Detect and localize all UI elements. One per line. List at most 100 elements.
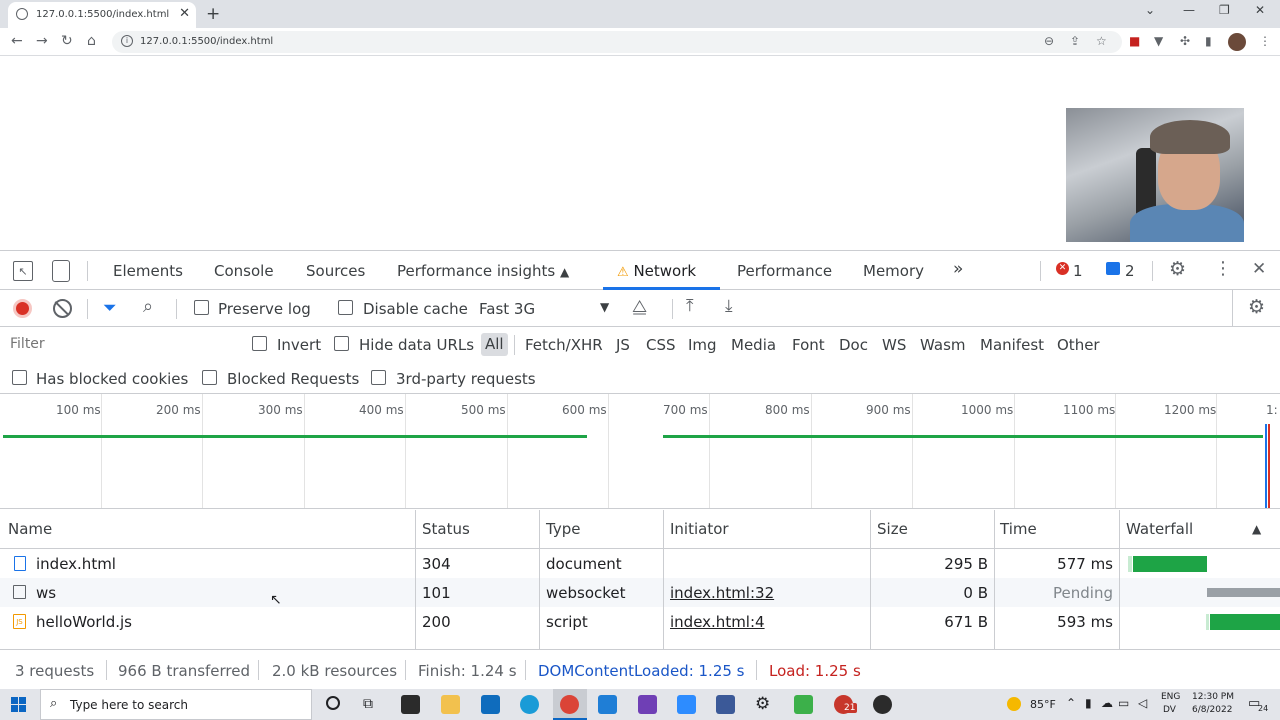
third-party-checkbox[interactable] — [371, 370, 386, 385]
notepad-icon[interactable] — [794, 695, 813, 714]
weather-sun-icon[interactable] — [1007, 697, 1021, 711]
filter-type-wasm[interactable]: Wasm — [920, 336, 966, 354]
tab-sources[interactable]: Sources — [306, 262, 365, 280]
request-name[interactable]: index.html — [36, 555, 116, 573]
maximize-button[interactable]: ❐ — [1219, 3, 1230, 17]
settings-gear-icon[interactable]: ⚙ — [755, 694, 770, 714]
table-row[interactable]: ws 101 websocket index.html:32 0 B Pendi… — [0, 578, 1280, 607]
language-top[interactable]: ENG — [1161, 692, 1180, 702]
inspect-element-icon[interactable]: ↖ — [13, 261, 33, 281]
new-tab-button[interactable]: + — [206, 4, 220, 24]
app-icon[interactable] — [716, 695, 735, 714]
chevron-down-icon[interactable]: ▼ — [600, 300, 609, 314]
address-bar[interactable]: i 127.0.0.1:5500/index.html ⊖ ⇪ ☆ — [112, 31, 1122, 53]
filter-type-css[interactable]: CSS — [646, 336, 676, 354]
import-har-icon[interactable]: ⤒ — [686, 296, 694, 316]
column-time[interactable]: Time — [1000, 520, 1037, 538]
tab-network[interactable]: ⚠ Network — [617, 262, 696, 280]
tab-performance-insights[interactable]: Performance insights ▲ — [397, 262, 569, 280]
outlook-icon[interactable] — [481, 695, 500, 714]
minimize-button[interactable]: — — [1183, 3, 1195, 17]
record-button[interactable] — [13, 299, 32, 318]
vscode-icon[interactable] — [598, 695, 617, 714]
tab-memory[interactable]: Memory — [863, 262, 924, 280]
task-view-icon[interactable]: ⧉ — [363, 696, 373, 712]
volume-icon[interactable]: ◁ — [1138, 696, 1147, 710]
back-icon[interactable]: ← — [11, 33, 23, 49]
table-row[interactable]: JS helloWorld.js 200 script index.html:4… — [0, 607, 1280, 636]
error-count[interactable]: 1 — [1073, 262, 1083, 280]
search-icon[interactable]: ⌕ — [143, 296, 153, 317]
devtools-menu-icon[interactable]: ⋮ — [1214, 258, 1232, 279]
edge-icon[interactable] — [520, 695, 539, 714]
network-conditions-icon[interactable]: ⧋ — [632, 297, 647, 317]
message-count[interactable]: 2 — [1125, 262, 1135, 280]
weather-temp[interactable]: 85°F — [1030, 698, 1056, 711]
filter-type-other[interactable]: Other — [1057, 336, 1100, 354]
request-name[interactable]: ws — [36, 584, 56, 602]
tab-console[interactable]: Console — [214, 262, 274, 280]
column-name[interactable]: Name — [8, 520, 52, 538]
site-info-icon[interactable]: i — [121, 35, 133, 47]
filter-type-font[interactable]: Font — [792, 336, 825, 354]
column-status[interactable]: Status — [422, 520, 470, 538]
home-icon[interactable]: ⌂ — [87, 33, 96, 49]
filter-type-img[interactable]: Img — [688, 336, 717, 354]
close-tab-icon[interactable]: ✕ — [179, 6, 190, 21]
share-icon[interactable]: ⇪ — [1070, 34, 1080, 48]
has-blocked-cookies-checkbox[interactable] — [12, 370, 27, 385]
extension-lock-icon[interactable]: ■ — [1129, 34, 1140, 48]
close-devtools-icon[interactable]: ✕ — [1252, 259, 1266, 279]
filter-type-media[interactable]: Media — [731, 336, 776, 354]
extensions-puzzle-icon[interactable]: ✣ — [1180, 34, 1190, 48]
blocked-requests-checkbox[interactable] — [202, 370, 217, 385]
close-window-button[interactable]: ✕ — [1255, 3, 1265, 17]
column-waterfall[interactable]: Waterfall — [1126, 520, 1193, 538]
reload-icon[interactable]: ↻ — [61, 33, 73, 49]
error-icon[interactable]: ✕ — [1056, 262, 1069, 275]
preserve-log-checkbox[interactable] — [194, 300, 209, 315]
windows-start-icon[interactable] — [11, 697, 27, 713]
browser-tab[interactable]: 127.0.0.1:5500/index.html ✕ — [8, 2, 196, 28]
tab-search-icon[interactable]: ⌄ — [1145, 3, 1155, 17]
message-icon[interactable] — [1106, 262, 1120, 275]
microphone-icon[interactable]: ▮ — [1085, 696, 1092, 710]
terminal-app-icon[interactable] — [401, 695, 420, 714]
network-settings-gear-icon[interactable]: ⚙ — [1248, 296, 1265, 318]
column-initiator[interactable]: Initiator — [670, 520, 729, 538]
tab-elements[interactable]: Elements — [113, 262, 183, 280]
request-initiator-link[interactable]: index.html:4 — [670, 613, 765, 631]
cortana-icon[interactable] — [326, 696, 340, 710]
clock-date[interactable]: 6/8/2022 — [1192, 705, 1232, 715]
bookmark-star-icon[interactable]: ☆ — [1096, 34, 1107, 48]
disable-cache-checkbox[interactable] — [338, 300, 353, 315]
filter-type-js[interactable]: JS — [616, 336, 630, 354]
tab-performance[interactable]: Performance — [737, 262, 832, 280]
file-explorer-icon[interactable] — [441, 695, 460, 714]
request-initiator-link[interactable]: index.html:32 — [670, 584, 774, 602]
chrome-icon[interactable] — [560, 695, 579, 714]
zoom-icon[interactable]: ⊖ — [1044, 34, 1054, 48]
filter-icon[interactable]: ⏷ — [103, 298, 117, 318]
onedrive-icon[interactable]: ☁ — [1101, 696, 1113, 710]
column-type[interactable]: Type — [546, 520, 580, 538]
language-bottom[interactable]: DV — [1163, 705, 1176, 715]
filter-type-manifest[interactable]: Manifest — [980, 336, 1044, 354]
device-toolbar-icon[interactable] — [52, 260, 70, 282]
invert-checkbox[interactable] — [252, 336, 267, 351]
side-panel-icon[interactable]: ▮ — [1205, 34, 1212, 48]
tray-chevron-up-icon[interactable]: ⌃ — [1066, 696, 1076, 710]
table-row[interactable]: index.html 304 document 295 B 577 ms — [0, 549, 1280, 578]
sort-ascending-icon[interactable]: ▲ — [1252, 522, 1261, 536]
request-name[interactable]: helloWorld.js — [36, 613, 132, 631]
throttling-select[interactable]: Fast 3G — [479, 300, 535, 318]
filter-input[interactable] — [4, 330, 232, 358]
obs-icon[interactable] — [873, 695, 892, 714]
clock-time[interactable]: 12:30 PM — [1192, 692, 1234, 702]
filter-type-all[interactable]: All — [481, 333, 508, 356]
hide-data-urls-checkbox[interactable] — [334, 336, 349, 351]
clear-icon[interactable] — [53, 299, 72, 318]
forward-icon[interactable]: → — [36, 33, 48, 49]
profile-avatar[interactable] — [1228, 33, 1246, 51]
zoom-app-icon[interactable] — [677, 695, 696, 714]
